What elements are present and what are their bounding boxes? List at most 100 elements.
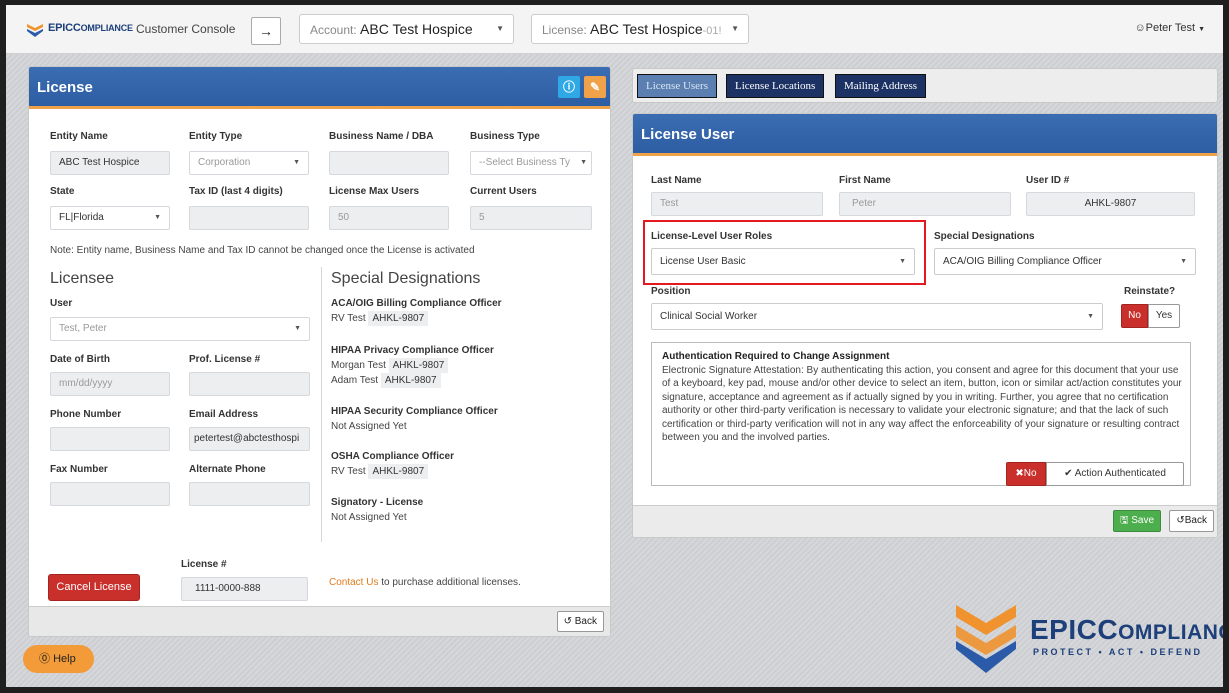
console-title: Customer Console bbox=[136, 22, 236, 36]
tab-mailing-address[interactable]: Mailing Address bbox=[835, 74, 927, 98]
designation-title: Signatory - License bbox=[331, 497, 424, 508]
save-button[interactable]: 🖫 Save bbox=[1113, 510, 1161, 532]
brand-name: EPICCOMPLIANCE bbox=[48, 22, 133, 34]
entity-type-label: Entity Type bbox=[189, 131, 243, 142]
back-button[interactable]: ↺ Back bbox=[556, 611, 604, 632]
alt-phone-label: Alternate Phone bbox=[189, 464, 266, 475]
business-type-select[interactable]: --Select Business Ty ▼ bbox=[470, 151, 592, 175]
contact-note: Contact Us to purchase additional licens… bbox=[329, 577, 521, 588]
dob-label: Date of Birth bbox=[50, 354, 110, 365]
user-id-field: AHKL-9807 bbox=[1026, 192, 1195, 216]
user-id-label: User ID # bbox=[1026, 175, 1070, 186]
user-menu[interactable]: ☺Peter Test ▼ bbox=[1134, 22, 1205, 34]
licensee-title: Licensee bbox=[50, 270, 115, 287]
licensee-user-select[interactable]: Test, Peter ▼ bbox=[50, 317, 310, 341]
switch-arrow-button[interactable]: → bbox=[251, 17, 281, 45]
account-value: ABC Test Hospice bbox=[360, 21, 473, 37]
reinstate-label: Reinstate? bbox=[1124, 286, 1176, 297]
cancel-license-button[interactable]: Cancel License bbox=[48, 574, 140, 601]
license-suffix: -01! bbox=[702, 25, 722, 37]
entity-type-value: Corporation bbox=[198, 157, 251, 168]
chevron-down-icon: ▼ bbox=[1087, 313, 1094, 320]
tax-id-label: Tax ID (last 4 digits) bbox=[189, 186, 283, 197]
info-button[interactable]: ⓘ bbox=[558, 76, 580, 98]
phone-field[interactable] bbox=[50, 427, 170, 451]
chevron-down-icon: ▼ bbox=[154, 214, 161, 221]
reinstate-no-toggle[interactable]: No bbox=[1121, 304, 1148, 328]
footer-brand-tagline: PROTECT • ACT • DEFEND bbox=[1033, 647, 1203, 657]
help-label: Help bbox=[53, 653, 76, 665]
designation-assignee: RV Test AHKL-9807 bbox=[331, 464, 429, 479]
contact-us-link[interactable]: Contact Us bbox=[329, 577, 378, 588]
current-users-label: Current Users bbox=[470, 186, 537, 197]
alt-phone-field[interactable] bbox=[189, 482, 310, 506]
check-icon: ✔ bbox=[1064, 468, 1073, 479]
tab-license-locations[interactable]: License Locations bbox=[726, 74, 825, 98]
license-max-users-field: 50 bbox=[329, 206, 449, 230]
epic-compliance-logo-icon bbox=[956, 605, 1016, 673]
chevron-down-icon: ▼ bbox=[731, 24, 739, 33]
authentication-box: Authentication Required to Change Assign… bbox=[651, 342, 1191, 486]
account-prefix: Account: bbox=[310, 23, 357, 37]
prof-license-label: Prof. License # bbox=[189, 354, 261, 365]
account-select[interactable]: Account: ABC Test Hospice ▼ bbox=[299, 14, 514, 44]
license-panel-title: License bbox=[37, 79, 93, 96]
business-name-field[interactable] bbox=[329, 151, 449, 175]
designation-assignee: Not Assigned Yet bbox=[331, 512, 407, 523]
highlight-box bbox=[643, 220, 926, 285]
phone-label: Phone Number bbox=[50, 409, 122, 420]
license-select[interactable]: License: ABC Test Hospice-01! ▼ bbox=[531, 14, 749, 44]
email-label: Email Address bbox=[189, 409, 259, 420]
license-user-panel: License User Last Name Test First Name P… bbox=[632, 113, 1218, 538]
question-icon: ⓪ bbox=[39, 653, 50, 665]
auth-title: Authentication Required to Change Assign… bbox=[662, 351, 890, 362]
position-value: Clinical Social Worker bbox=[660, 311, 758, 322]
license-panel-header: License ⓘ ✎ bbox=[29, 67, 610, 109]
designation-assignee: Not Assigned Yet bbox=[331, 421, 407, 432]
tax-id-field[interactable] bbox=[189, 206, 309, 230]
license-tabs-bar: License Users License Locations Mailing … bbox=[632, 68, 1218, 103]
back-label: Back bbox=[574, 616, 597, 627]
dob-field[interactable]: mm/dd/yyyy bbox=[50, 372, 170, 396]
save-label: Save bbox=[1131, 515, 1155, 526]
tab-license-users[interactable]: License Users bbox=[637, 74, 718, 98]
entity-name-field: ABC Test Hospice bbox=[50, 151, 170, 175]
first-name-label: First Name bbox=[839, 175, 891, 186]
license-max-users-label: License Max Users bbox=[329, 186, 420, 197]
back-label: Back bbox=[1184, 515, 1207, 526]
auth-no-button[interactable]: ✖No bbox=[1006, 462, 1046, 486]
footer-brand-name: EPICCOMPLIANCE bbox=[1030, 614, 1223, 645]
assignee-id: AHKL-9807 bbox=[388, 358, 449, 373]
back-button[interactable]: ↺Back bbox=[1169, 510, 1214, 532]
fax-field[interactable] bbox=[50, 482, 170, 506]
action-authenticated-button[interactable]: ✔ Action Authenticated bbox=[1046, 462, 1184, 486]
contact-note-text: to purchase additional licenses. bbox=[381, 577, 521, 588]
email-field[interactable]: petertest@abctesthospi bbox=[189, 427, 310, 451]
reinstate-yes-toggle[interactable]: Yes bbox=[1148, 304, 1180, 328]
column-divider bbox=[321, 267, 322, 542]
special-designations-select[interactable]: ACA/OIG Billing Compliance Officer ▼ bbox=[934, 248, 1196, 275]
designation-assignee: Adam Test AHKL-9807 bbox=[331, 373, 441, 388]
license-user-header: License User bbox=[633, 114, 1217, 156]
prof-license-field[interactable] bbox=[189, 372, 310, 396]
business-type-placeholder: --Select Business Ty bbox=[479, 157, 570, 168]
undo-icon: ↺ bbox=[563, 616, 572, 627]
designation-assignee: RV Test AHKL-9807 bbox=[331, 311, 429, 326]
chevron-down-icon: ▼ bbox=[293, 159, 300, 166]
position-select[interactable]: Clinical Social Worker ▼ bbox=[651, 303, 1103, 330]
activation-note: Note: Entity name, Business Name and Tax… bbox=[50, 245, 475, 256]
chevron-down-icon: ▼ bbox=[496, 24, 504, 33]
save-icon: 🖫 bbox=[1119, 515, 1129, 526]
business-type-label: Business Type bbox=[470, 131, 540, 142]
fax-label: Fax Number bbox=[50, 464, 108, 475]
entity-type-select[interactable]: Corporation ▼ bbox=[189, 151, 309, 175]
chevron-down-icon: ▼ bbox=[1198, 26, 1205, 33]
user-icon: ☺ bbox=[1134, 22, 1146, 34]
license-number-field: 1111-0000-888 bbox=[181, 577, 308, 601]
assignee-id: AHKL-9807 bbox=[368, 311, 429, 326]
help-button[interactable]: ⓪ Help bbox=[23, 645, 94, 673]
edit-button[interactable]: ✎ bbox=[584, 76, 606, 98]
designation-title: HIPAA Privacy Compliance Officer bbox=[331, 345, 494, 356]
state-select[interactable]: FL|Florida ▼ bbox=[50, 206, 170, 230]
auth-attestation-text: Electronic Signature Attestation: By aut… bbox=[662, 365, 1182, 444]
